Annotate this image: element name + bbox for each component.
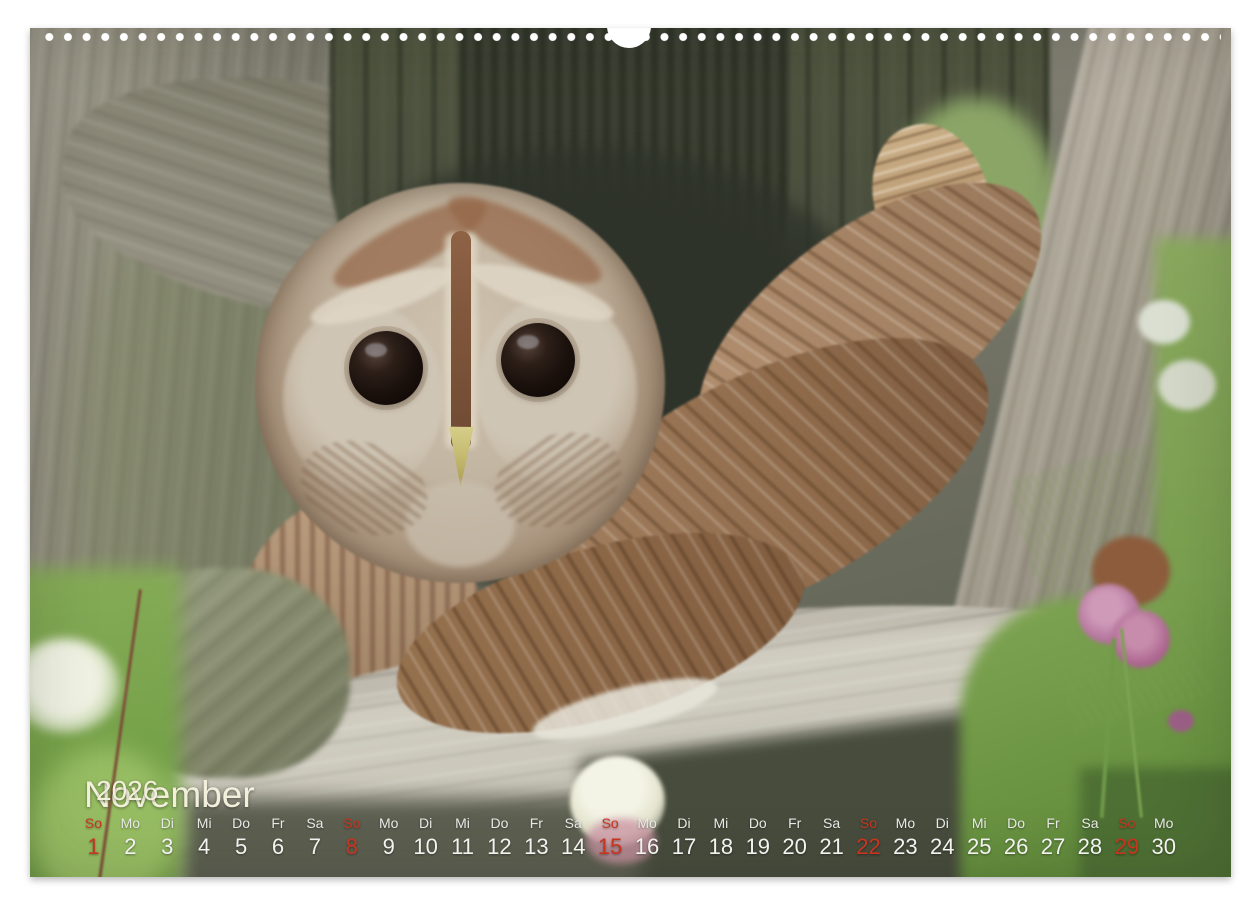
day-number: 23 [893, 834, 917, 860]
photo-vignette [30, 28, 1231, 877]
calendar-day-cell: Di 24 [924, 814, 961, 860]
calendar-day-cell: Di 17 [666, 814, 703, 860]
calendar-day-cell: Mo 30 [1145, 814, 1182, 860]
calendar-day-cell: Sa 14 [555, 814, 592, 860]
day-number: 12 [487, 834, 511, 860]
calendar-day-cell: So 15 [592, 814, 629, 860]
day-of-week-label: Sa [565, 814, 582, 832]
day-of-week-label: Do [749, 814, 767, 832]
calendar-day-cell: So 8 [333, 814, 370, 860]
day-of-week-label: So [85, 814, 102, 832]
day-of-week-label: So [860, 814, 877, 832]
calendar-day-cell: Sa 28 [1071, 814, 1108, 860]
calendar-day-cell: Di 10 [407, 814, 444, 860]
day-of-week-label: Mo [896, 814, 915, 832]
day-number: 10 [413, 834, 437, 860]
calendar-day-cell: Fr 13 [518, 814, 555, 860]
day-number: 11 [451, 834, 474, 860]
day-of-week-label: Do [490, 814, 508, 832]
calendar-photo-page: November2026 So 1 Mo 2 Di 3 Mi 4 Do 5 Fr… [30, 28, 1231, 877]
calendar-day-cell: Fr 6 [260, 814, 297, 860]
calendar-day-cell: Sa 7 [296, 814, 333, 860]
day-number: 21 [819, 834, 843, 860]
day-number: 22 [856, 834, 880, 860]
day-of-week-label: Di [936, 814, 949, 832]
day-of-week-label: Mo [379, 814, 398, 832]
calendar-day-cell: Mi 18 [702, 814, 739, 860]
day-number: 13 [524, 834, 548, 860]
day-of-week-label: Mi [972, 814, 987, 832]
day-number: 8 [346, 834, 358, 860]
day-number: 25 [967, 834, 991, 860]
day-number: 9 [383, 834, 395, 860]
day-number: 1 [87, 834, 99, 860]
year-label: 2026 [96, 775, 158, 807]
calendar-day-cell: Mo 9 [370, 814, 407, 860]
calendar-day-cell: Mo 16 [629, 814, 666, 860]
day-number: 7 [309, 834, 321, 860]
day-of-week-label: So [602, 814, 619, 832]
day-number: 28 [1078, 834, 1102, 860]
calendar-day-cell: Fr 27 [1035, 814, 1072, 860]
calendar-day-cell: Mo 2 [112, 814, 149, 860]
calendar-day-cell: Do 12 [481, 814, 518, 860]
day-of-week-label: Mo [1154, 814, 1173, 832]
day-number: 15 [598, 834, 622, 860]
day-number: 16 [635, 834, 659, 860]
day-of-week-label: Fr [788, 814, 801, 832]
day-of-week-label: Di [161, 814, 174, 832]
day-of-week-label: Di [677, 814, 690, 832]
day-of-week-label: So [343, 814, 360, 832]
calendar-day-cell: So 1 [75, 814, 112, 860]
day-number: 26 [1004, 834, 1028, 860]
day-of-week-label: So [1118, 814, 1135, 832]
day-number: 27 [1041, 834, 1065, 860]
day-number: 17 [672, 834, 696, 860]
day-number: 4 [198, 834, 210, 860]
calendar-day-cell: So 22 [850, 814, 887, 860]
day-number: 29 [1115, 834, 1139, 860]
day-number: 18 [709, 834, 733, 860]
day-of-week-label: Sa [823, 814, 840, 832]
day-of-week-label: Do [232, 814, 250, 832]
day-of-week-label: Mo [121, 814, 140, 832]
day-number: 30 [1151, 834, 1175, 860]
calendar-day-cell: Mi 25 [961, 814, 998, 860]
calendar-day-cell: Di 3 [149, 814, 186, 860]
day-of-week-label: Fr [271, 814, 284, 832]
day-of-week-label: Sa [306, 814, 323, 832]
day-of-week-label: Di [419, 814, 432, 832]
day-of-week-label: Mo [637, 814, 656, 832]
day-of-week-label: Fr [1046, 814, 1059, 832]
calendar-day-cell: Mi 4 [186, 814, 223, 860]
day-of-week-label: Mi [713, 814, 728, 832]
calendar-day-cell: Do 26 [998, 814, 1035, 860]
calendar-day-cell: Mo 23 [887, 814, 924, 860]
day-of-week-label: Mi [197, 814, 212, 832]
calendar-day-cell: Fr 20 [776, 814, 813, 860]
day-of-week-label: Mi [455, 814, 470, 832]
day-number: 3 [161, 834, 173, 860]
calendar-day-cell: Do 19 [739, 814, 776, 860]
day-number: 5 [235, 834, 247, 860]
day-of-week-label: Do [1007, 814, 1025, 832]
calendar-days-row: So 1 Mo 2 Di 3 Mi 4 Do 5 Fr 6 Sa 7 So 8 … [75, 814, 1182, 860]
calendar-day-cell: Sa 21 [813, 814, 850, 860]
day-number: 14 [561, 834, 585, 860]
day-number: 2 [124, 834, 136, 860]
day-number: 24 [930, 834, 954, 860]
day-number: 19 [746, 834, 770, 860]
day-number: 20 [782, 834, 806, 860]
calendar-day-cell: Do 5 [223, 814, 260, 860]
calendar-day-cell: Mi 11 [444, 814, 481, 860]
day-of-week-label: Sa [1081, 814, 1098, 832]
day-of-week-label: Fr [530, 814, 543, 832]
calendar-day-cell: So 29 [1108, 814, 1145, 860]
day-number: 6 [272, 834, 284, 860]
